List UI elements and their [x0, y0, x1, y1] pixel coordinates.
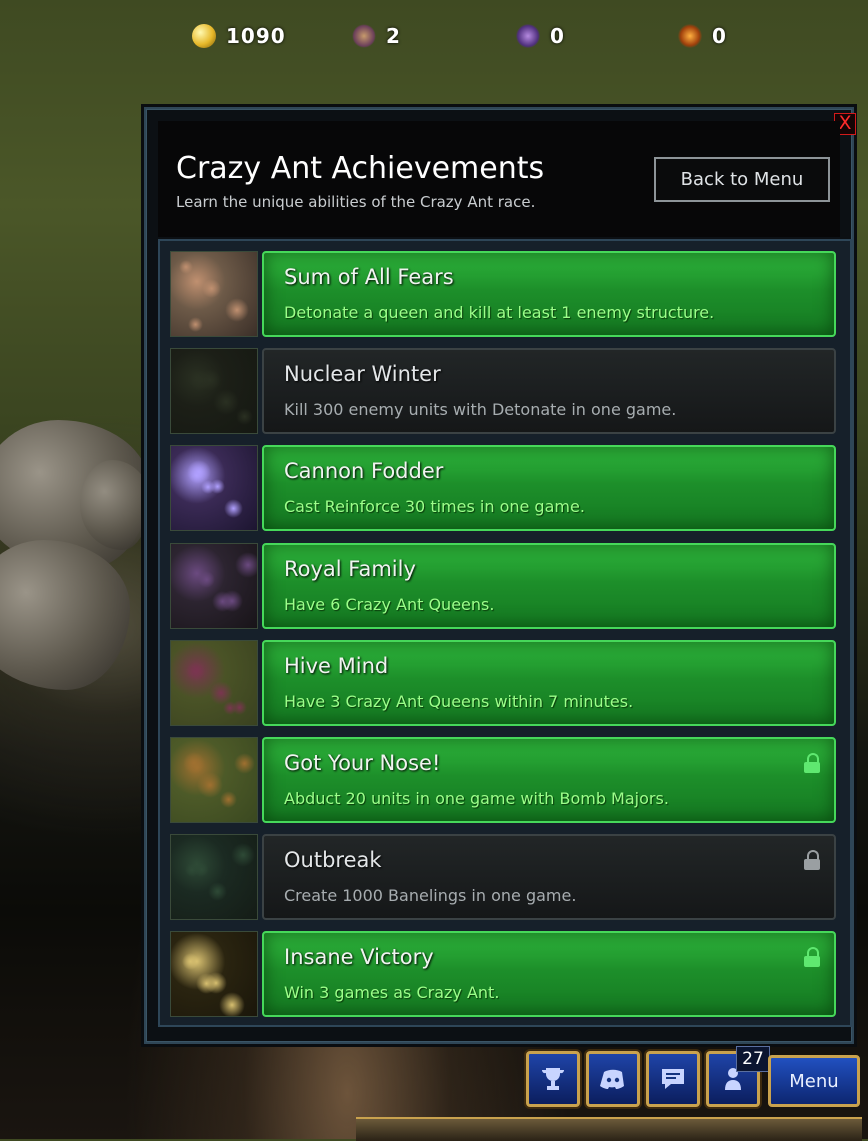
- achievement-description: Kill 300 enemy units with Detonate in on…: [284, 400, 677, 420]
- achievement-row: Royal Family Have 6 Crazy Ant Queens.: [166, 541, 840, 631]
- menu-button[interactable]: Menu: [768, 1055, 860, 1107]
- achievement-card[interactable]: Cannon Fodder Cast Reinforce 30 times in …: [262, 445, 836, 532]
- thumbnail-detail: [202, 279, 221, 298]
- achievement-thumbnail: [170, 931, 258, 1018]
- thumbnail-detail: [197, 772, 223, 798]
- resource-crazy-ants-value: 2: [386, 24, 401, 48]
- explosion-icon: [678, 24, 702, 48]
- achievement-thumbnail: [170, 251, 258, 337]
- player-count-badge: 27: [736, 1046, 770, 1072]
- thumbnail-detail: [186, 661, 205, 681]
- thumbnail-detail: [219, 992, 245, 1017]
- achievement-description: Detonate a queen and kill at least 1 ene…: [284, 303, 715, 322]
- thumbnail-detail: [234, 753, 255, 774]
- lock-icon: [804, 850, 820, 871]
- lock-body: [804, 859, 820, 871]
- resource-purple-units: 0: [516, 24, 565, 48]
- achievement-thumbnail: [170, 445, 258, 532]
- achievement-row: Outbreak Create 1000 Banelings in one gam…: [166, 832, 840, 922]
- achievement-list: Sum of All Fears Detonate a queen and kil…: [158, 239, 852, 1027]
- lock-icon: [804, 753, 820, 773]
- achievement-row: Cannon Fodder Cast Reinforce 30 times in …: [166, 443, 840, 533]
- achievement-description: Create 1000 Banelings in one game.: [284, 886, 577, 906]
- thumbnail-detail: [213, 389, 239, 416]
- achievement-name: Outbreak: [284, 848, 382, 873]
- achievement-description: Win 3 games as Crazy Ant.: [284, 983, 500, 1003]
- purple-unit-icon: [516, 24, 540, 48]
- discord-icon: [600, 1069, 624, 1089]
- thumbnail-detail: [232, 699, 247, 715]
- achievement-name: Royal Family: [284, 556, 416, 581]
- achievement-thumbnail: [170, 639, 258, 726]
- achievement-row: Nuclear Winter Kill 300 enemy units with …: [166, 346, 840, 436]
- achievement-description: Cast Reinforce 30 times in one game.: [284, 497, 585, 517]
- resource-purple-units-value: 0: [550, 24, 565, 48]
- achievement-card[interactable]: Nuclear Winter Kill 300 enemy units with …: [262, 348, 836, 435]
- discord-button[interactable]: [586, 1051, 640, 1107]
- achievement-description: Abduct 20 units in one game with Bomb Ma…: [284, 789, 669, 808]
- thumbnail-detail: [209, 680, 233, 705]
- thumbnail-detail: [188, 317, 203, 332]
- thumbnail-detail: [183, 752, 205, 774]
- achievement-thumbnail: [170, 348, 258, 435]
- achievement-card[interactable]: Insane Victory Win 3 games as Crazy Ant.: [262, 931, 836, 1018]
- thumbnail-detail: [194, 862, 209, 878]
- command-card-frame: [356, 1117, 862, 1141]
- achievement-thumbnail: [170, 542, 258, 629]
- crazy-ant-unit-icon: [352, 24, 376, 48]
- back-to-menu-button[interactable]: Back to Menu: [654, 157, 830, 202]
- trophy-button[interactable]: [526, 1051, 580, 1107]
- lock-body: [804, 956, 820, 968]
- chat-button[interactable]: [646, 1051, 700, 1107]
- achievement-card[interactable]: Got Your Nose! Abduct 20 units in one gam…: [262, 737, 836, 823]
- thumbnail-detail: [208, 882, 227, 902]
- achievement-description: Have 3 Crazy Ant Queens within 7 minutes…: [284, 691, 634, 711]
- achievements-panel: X Crazy Ant Achievements Learn the uniqu…: [144, 107, 856, 1044]
- achievement-name: Got Your Nose!: [284, 751, 441, 775]
- chat-icon: [662, 1069, 684, 1089]
- achievement-name: Nuclear Winter: [284, 362, 441, 387]
- thumbnail-detail: [205, 972, 227, 995]
- achievement-thumbnail: [170, 834, 258, 921]
- resource-minerals-value: 1090: [226, 24, 286, 48]
- achievement-card[interactable]: Royal Family Have 6 Crazy Ant Queens.: [262, 542, 836, 629]
- thumbnail-detail: [220, 791, 237, 808]
- achievement-thumbnail: [170, 737, 258, 823]
- achievement-row: Sum of All Fears Detonate a queen and kil…: [166, 249, 840, 339]
- thumbnail-detail: [225, 298, 249, 322]
- thumbnail-detail: [182, 953, 199, 971]
- panel-header: Crazy Ant Achievements Learn the unique …: [158, 121, 840, 237]
- achievement-name: Hive Mind: [284, 653, 389, 678]
- achievement-name: Cannon Fodder: [284, 459, 444, 484]
- trophy-icon: [541, 1068, 565, 1090]
- panel-subtitle: Learn the unique abilities of the Crazy …: [176, 193, 536, 211]
- achievement-name: Insane Victory: [284, 945, 434, 970]
- mineral-icon: [192, 24, 216, 48]
- resource-explosions-value: 0: [712, 24, 727, 48]
- achievement-card[interactable]: Sum of All Fears Detonate a queen and kil…: [262, 251, 836, 337]
- achievement-card[interactable]: Outbreak Create 1000 Banelings in one gam…: [262, 834, 836, 921]
- achievement-name: Sum of All Fears: [284, 265, 454, 289]
- thumbnail-detail: [199, 369, 221, 392]
- resource-crazy-ants: 2: [352, 24, 401, 48]
- thumbnail-detail: [235, 551, 257, 578]
- thumbnail-detail: [231, 843, 255, 868]
- achievement-card[interactable]: Hive Mind Have 3 Crazy Ant Queens within …: [262, 639, 836, 726]
- achievement-description: Have 6 Crazy Ant Queens.: [284, 594, 495, 614]
- achievement-row: Insane Victory Win 3 games as Crazy Ant.: [166, 929, 840, 1019]
- resource-explosions: 0: [678, 24, 727, 48]
- thumbnail-detail: [179, 260, 193, 274]
- thumbnail-detail: [224, 499, 243, 519]
- panel-title: Crazy Ant Achievements: [176, 151, 545, 186]
- thumbnail-detail: [221, 589, 243, 612]
- achievement-row: Hive Mind Have 3 Crazy Ant Queens within …: [166, 638, 840, 728]
- thumbnail-detail: [236, 408, 253, 426]
- thumbnail-detail: [210, 479, 225, 495]
- rock-background: [0, 540, 130, 690]
- lock-body: [804, 762, 820, 773]
- achievement-row: Got Your Nose! Abduct 20 units in one gam…: [166, 735, 840, 825]
- resource-minerals: 1090: [192, 24, 286, 48]
- lock-icon: [804, 947, 820, 968]
- thumbnail-detail: [198, 570, 215, 588]
